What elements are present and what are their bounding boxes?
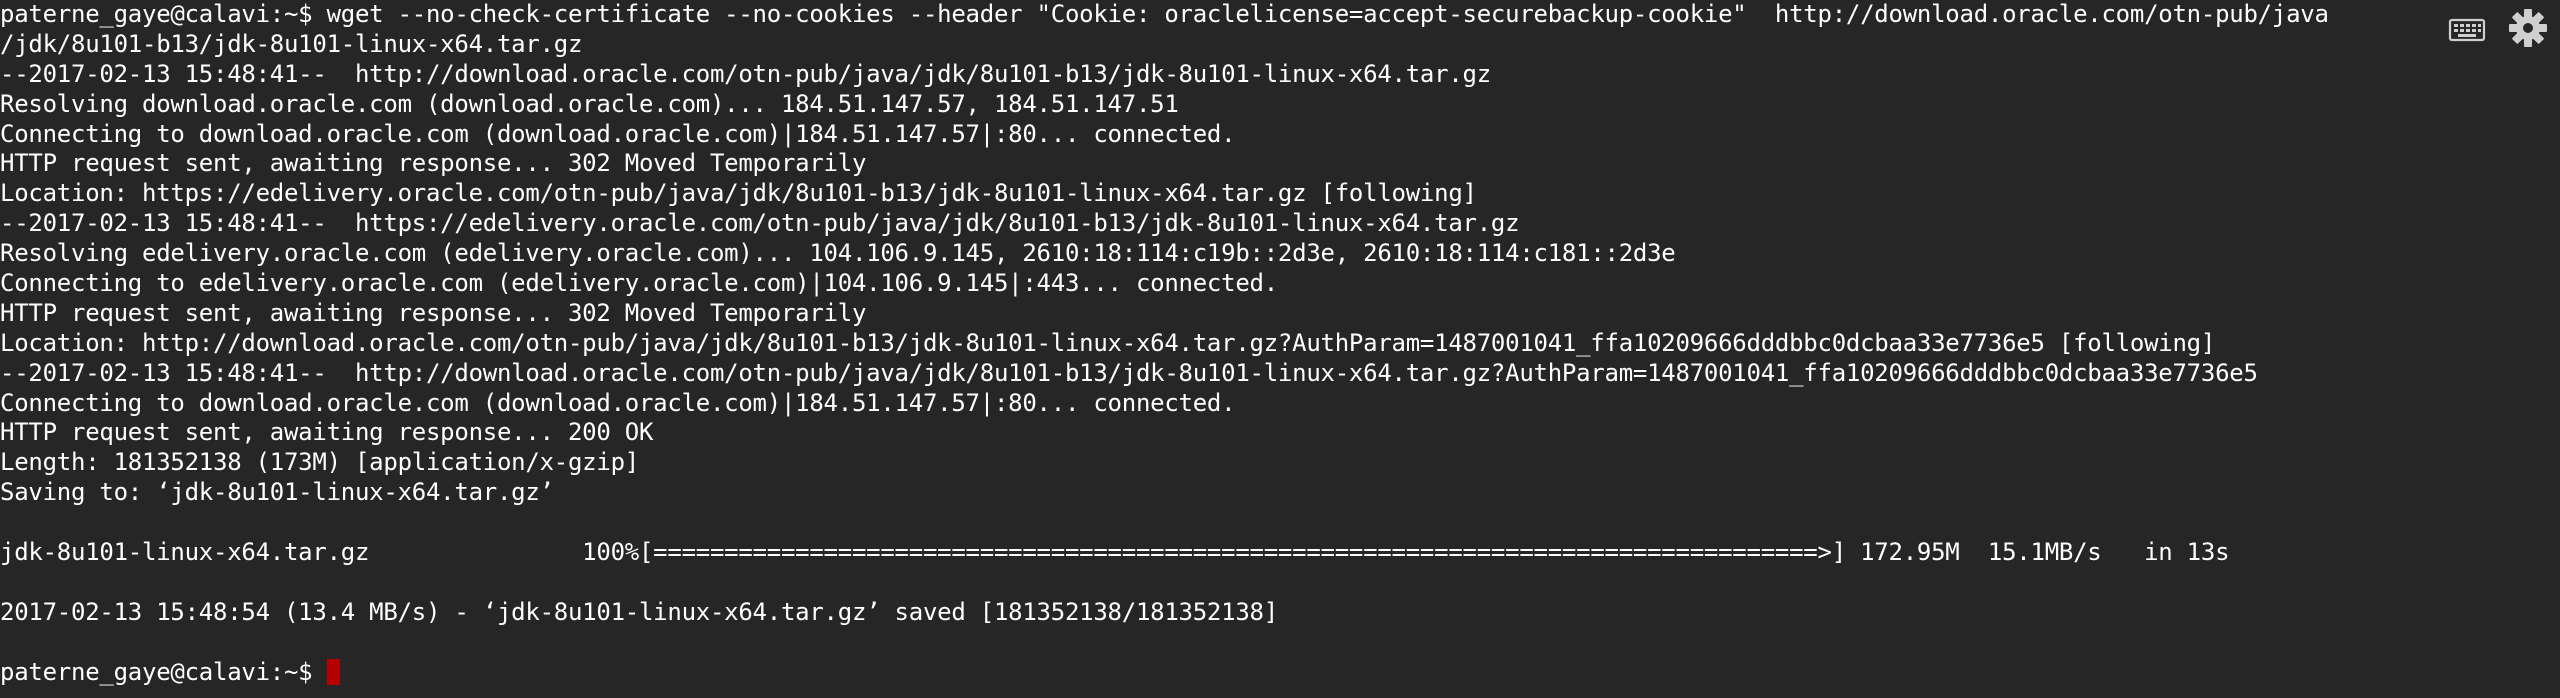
output-line: Location: http://download.oracle.com/otn…: [0, 328, 2216, 357]
gear-icon[interactable]: [2508, 8, 2548, 48]
output-line: Connecting to download.oracle.com (downl…: [0, 119, 1236, 148]
download-progress-line: jdk-8u101-linux-x64.tar.gz 100%[========…: [0, 538, 2230, 567]
output-line: --2017-02-13 15:48:41-- https://edeliver…: [0, 209, 1520, 238]
output-line: /jdk/8u101-b13/jdk-8u101-linux-x64.tar.g…: [0, 29, 583, 58]
shell-prompt: paterne_gaye@calavi:~$: [0, 657, 327, 686]
output-line: Resolving download.oracle.com (download.…: [0, 89, 1179, 118]
output-line: --2017-02-13 15:48:41-- http://download.…: [0, 358, 2258, 387]
output-line: Resolving edelivery.oracle.com (edeliver…: [0, 239, 1676, 268]
terminal-toolbar: [2438, 8, 2548, 48]
output-line: Location: https://edelivery.oracle.com/o…: [0, 179, 1477, 208]
output-line: Connecting to download.oracle.com (downl…: [0, 388, 1236, 417]
output-line: HTTP request sent, awaiting response... …: [0, 149, 867, 178]
terminal-window[interactable]: paterne_gaye@calavi:~$ wget --no-check-c…: [0, 0, 2560, 698]
output-line: Length: 181352138 (173M) [application/x-…: [0, 448, 639, 477]
output-line: Saving to: ‘jdk-8u101-linux-x64.tar.gz’: [0, 478, 554, 507]
text-cursor: [326, 658, 340, 685]
terminal-output: paterne_gaye@calavi:~$ wget --no-check-c…: [0, 0, 2329, 687]
output-line: 2017-02-13 15:48:54 (13.4 MB/s) - ‘jdk-8…: [0, 597, 1278, 626]
output-line: HTTP request sent, awaiting response... …: [0, 418, 654, 447]
command-prompt-line[interactable]: paterne_gaye@calavi:~$: [0, 658, 2329, 688]
output-line: --2017-02-13 15:48:41-- http://download.…: [0, 59, 1491, 88]
output-line: Connecting to edelivery.oracle.com (edel…: [0, 269, 1278, 298]
output-line: HTTP request sent, awaiting response... …: [0, 298, 867, 327]
output-line: paterne_gaye@calavi:~$ wget --no-check-c…: [0, 0, 2329, 28]
keyboard-icon[interactable]: [2448, 14, 2486, 42]
